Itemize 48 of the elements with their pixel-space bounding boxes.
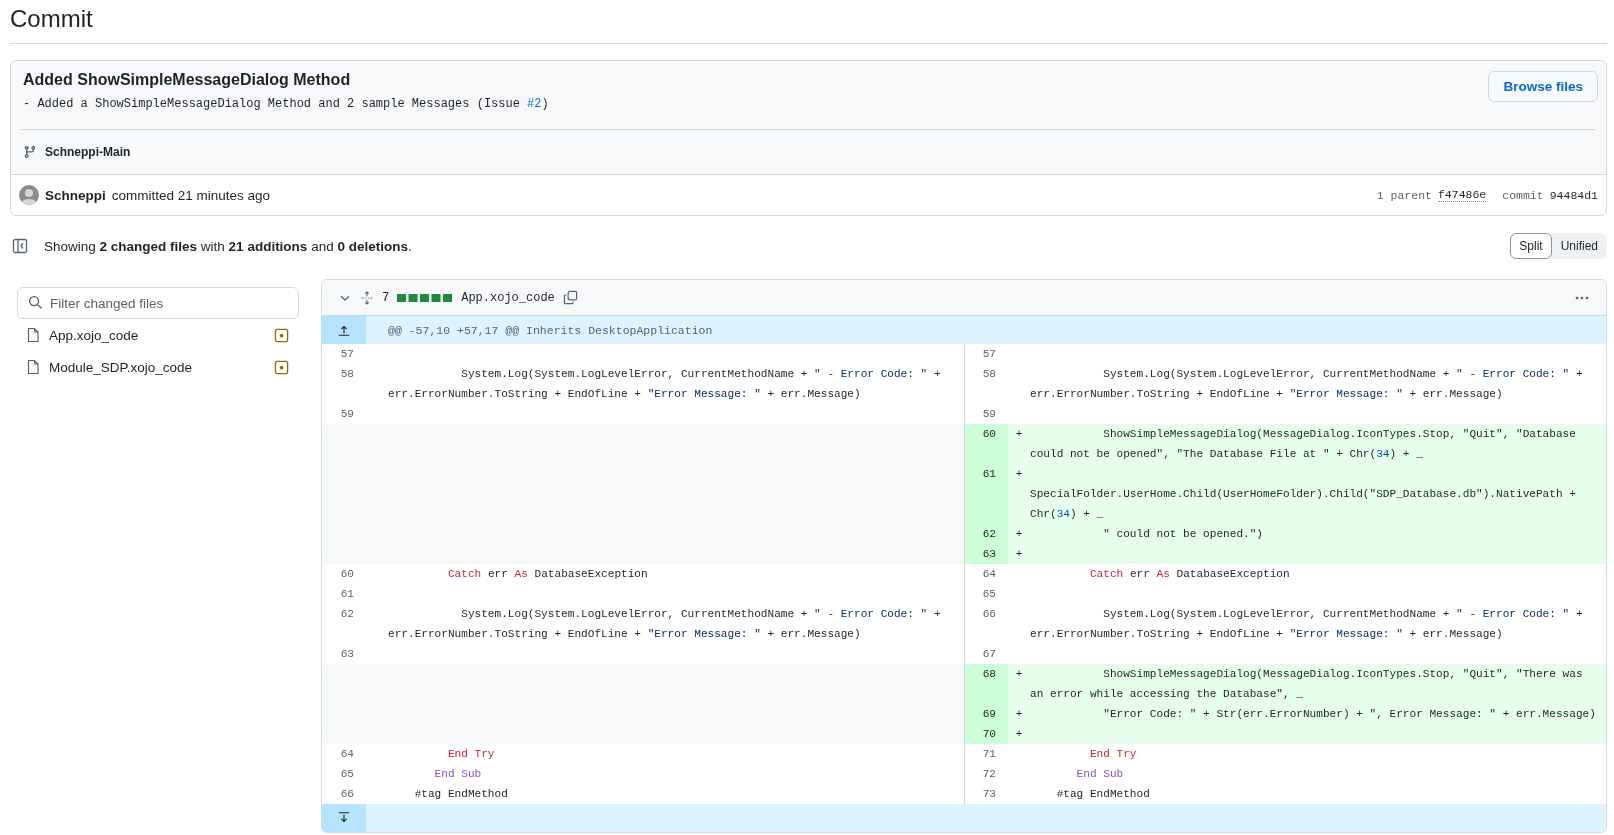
line-number[interactable]: 63 xyxy=(964,544,1008,564)
file-tree-item[interactable]: Module_SDP.xojo_code xyxy=(49,359,193,375)
diff-summary: Showing 2 changed files with 21 additions and 0 deletions. xyxy=(44,238,412,254)
browse-files-button[interactable]: Browse files xyxy=(1488,71,1598,102)
view-mode-toggle[interactable]: Split xyxy=(1510,233,1552,259)
diff-marker: + xyxy=(1015,668,1023,680)
file-icon xyxy=(25,327,41,343)
author-name[interactable]: Schneppi xyxy=(45,187,106,203)
line-number[interactable]: 70 xyxy=(964,724,1008,744)
expand-up-icon xyxy=(337,323,351,337)
commit-time: committed 21 minutes ago xyxy=(111,187,271,203)
diff-marker: + xyxy=(1015,528,1023,540)
file-icon xyxy=(25,359,41,375)
line-number[interactable]: 62 xyxy=(964,524,1008,544)
commit-sha: 94484d1 xyxy=(1549,188,1598,202)
copy-icon[interactable] xyxy=(562,290,578,305)
search-icon xyxy=(28,295,43,310)
expand-down-button[interactable] xyxy=(322,804,366,832)
filter-field[interactable]: Filter changed files xyxy=(17,287,299,319)
diff-marker: + xyxy=(1015,548,1023,560)
parent-label: 1 parent xyxy=(1376,188,1432,202)
diff-marker: + xyxy=(1015,708,1023,720)
line-number[interactable]: 61 xyxy=(964,464,1008,524)
diff-file-name[interactable]: App.xojo_code xyxy=(461,290,555,305)
issue-link[interactable]: #2 xyxy=(527,97,542,111)
expand-up-button[interactable] xyxy=(322,316,366,344)
file-tree-item[interactable]: App.xojo_code xyxy=(49,327,139,343)
expand-down-icon xyxy=(337,811,351,825)
avatar[interactable] xyxy=(19,185,39,205)
branch-icon xyxy=(23,145,37,159)
expand-icon[interactable] xyxy=(360,290,374,305)
commit-label: commit xyxy=(1502,188,1544,202)
line-number[interactable]: 69 xyxy=(964,704,1008,724)
line-number[interactable]: 68 xyxy=(964,664,1008,704)
line-number[interactable]: 60 xyxy=(964,424,1008,464)
sidebar-toggle-icon[interactable] xyxy=(12,238,28,254)
branch-name[interactable]: Schneppi-Main xyxy=(45,145,131,159)
diffstat-icon xyxy=(397,292,454,303)
view-mode-toggle[interactable]: Unified xyxy=(1551,233,1607,259)
parent-sha-link[interactable]: f47486e xyxy=(1437,188,1487,202)
diff-marker: + xyxy=(1015,468,1023,480)
page-title: Commit xyxy=(10,4,94,34)
diff-marker: + xyxy=(1015,428,1023,440)
diff-marker: + xyxy=(1015,728,1023,740)
commit-message: - Added a ShowSimpleMessageDialog Method and 2 sample Messages (Issue #2) xyxy=(23,97,550,111)
commit-title: Added ShowSimpleMessageDialog Method xyxy=(23,71,352,89)
hunk-header: @@ -57,10 +57,17 @@ Inherits DesktopApplication xyxy=(387,323,713,337)
change-count: 7 xyxy=(382,290,390,305)
